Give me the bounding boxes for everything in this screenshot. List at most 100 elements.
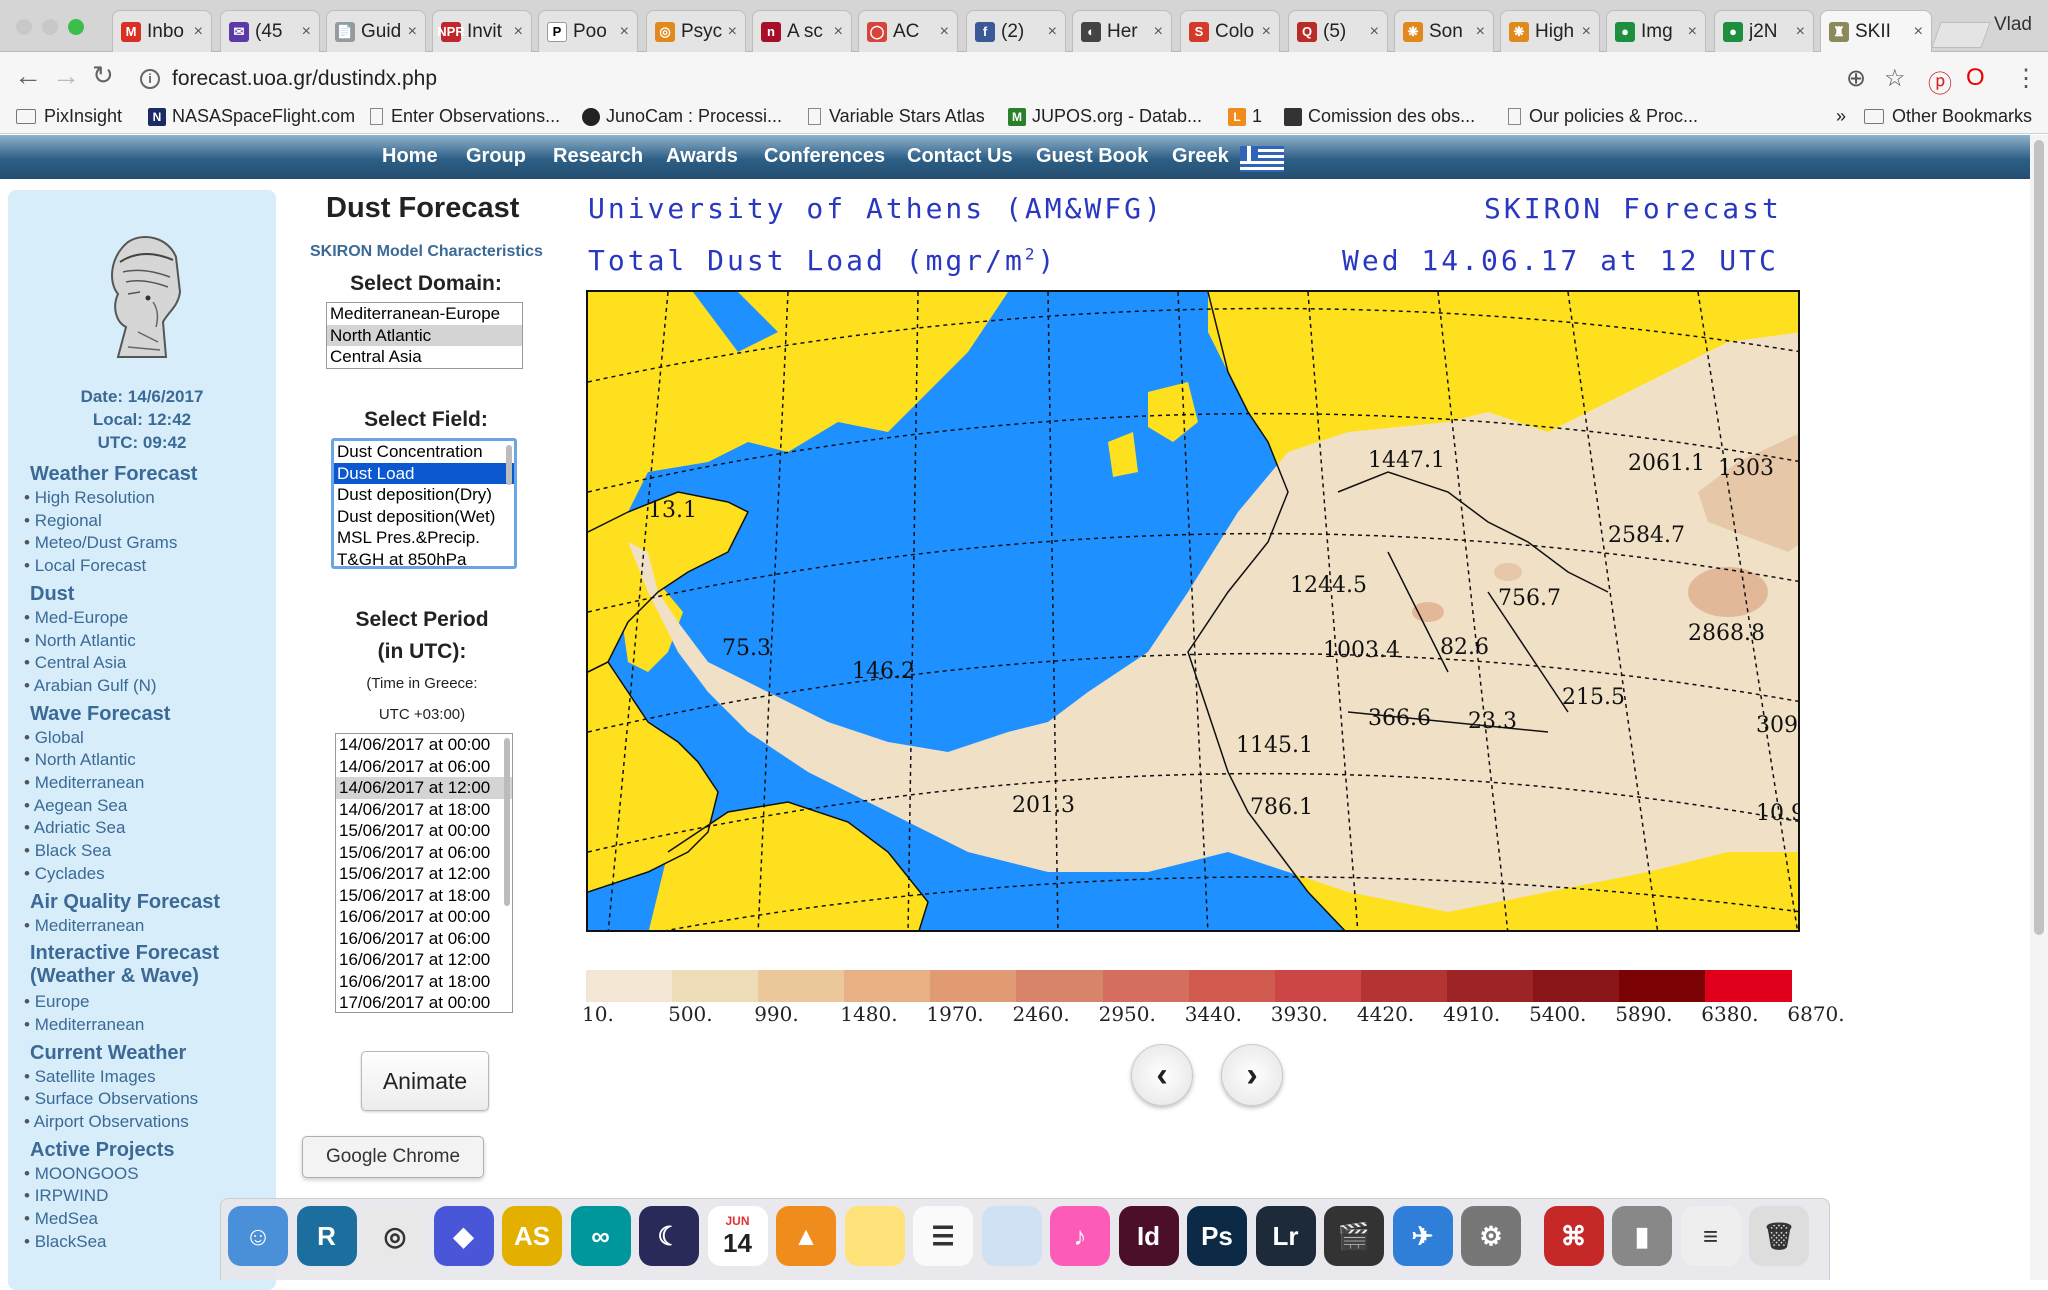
select-option[interactable]: 15/06/2017 at 18:00	[336, 885, 512, 907]
select-option[interactable]: T&GH at 850hPa	[334, 549, 514, 567]
close-tab-icon[interactable]: ×	[834, 23, 843, 41]
zoom-icon[interactable]: ⊕	[1846, 64, 1866, 93]
browser-tab[interactable]: ● j2N ×	[1714, 10, 1814, 52]
next-arrow-button[interactable]: ›	[1221, 1044, 1283, 1106]
select-option[interactable]: 15/06/2017 at 00:00	[336, 820, 512, 842]
select-option[interactable]: Dust Load	[334, 462, 514, 484]
close-tab-icon[interactable]: ×	[1262, 23, 1271, 41]
dock-icon-migration[interactable]: ✈	[1392, 1206, 1453, 1266]
dock-icon-trash[interactable]: 🗑	[1749, 1206, 1809, 1266]
bookmark-item[interactable]: Variable Stars Atlas	[808, 106, 985, 127]
sidebar-link[interactable]: North Atlantic	[24, 750, 136, 770]
browser-tab[interactable]: ● Img ×	[1606, 10, 1706, 52]
site-nav-home[interactable]: Home	[382, 145, 438, 168]
dock-icon-finder[interactable]: ☺	[228, 1206, 288, 1266]
browser-tab[interactable]: NPR Invit ×	[432, 10, 532, 52]
info-icon[interactable]: i	[140, 69, 160, 89]
skiron-model-link[interactable]: SKIRON Model Characteristics	[310, 243, 543, 261]
close-tab-icon[interactable]: ×	[194, 23, 203, 41]
dock-icon-lightroom[interactable]: Lr	[1255, 1206, 1316, 1266]
sidebar-link[interactable]: North Atlantic	[24, 631, 136, 651]
dock-icon-acrobat[interactable]: ⌘	[1543, 1206, 1604, 1266]
close-tab-icon[interactable]: ×	[408, 23, 417, 41]
sidebar-link[interactable]: Global	[24, 728, 84, 748]
close-tab-icon[interactable]: ×	[620, 23, 629, 41]
bookmark-item[interactable]: Our policies & Proc...	[1508, 106, 1698, 127]
site-nav-greek[interactable]: Greek	[1172, 145, 1229, 168]
select-option[interactable]: 14/06/2017 at 00:00	[336, 734, 512, 756]
dock-icon-sketch[interactable]: ◆	[433, 1206, 494, 1266]
sidebar-link[interactable]: High Resolution	[24, 488, 155, 508]
select-option[interactable]: Mediterranean-Europe	[327, 303, 522, 325]
fullscreen-window-button[interactable]	[68, 19, 84, 35]
bookmark-item[interactable]: N NASASpaceFlight.com	[148, 106, 355, 127]
close-tab-icon[interactable]: ×	[302, 23, 311, 41]
sidebar-heading[interactable]: Interactive Forecast (Weather & Wave)	[30, 942, 260, 988]
other-bookmarks[interactable]: Other Bookmarks	[1864, 106, 2032, 127]
opera-icon[interactable]: O	[1966, 64, 1985, 92]
bookmark-item[interactable]: PixInsight	[16, 106, 122, 127]
browser-tab[interactable]: P Poo ×	[538, 10, 638, 52]
close-tab-icon[interactable]: ×	[940, 23, 949, 41]
period-select[interactable]: 14/06/2017 at 00:00 14/06/2017 at 06:00 14…	[335, 733, 513, 1013]
browser-tab[interactable]: Q (5) ×	[1288, 10, 1388, 52]
site-nav-guest-book[interactable]: Guest Book	[1036, 145, 1148, 168]
bookmarks-overflow-button[interactable]: »	[1836, 106, 1846, 127]
bookmark-item[interactable]: JunoCam : Processi...	[582, 106, 782, 127]
browser-tab[interactable]: ❋ High ×	[1500, 10, 1600, 52]
select-option[interactable]: Central Asia	[327, 346, 522, 368]
sidebar-link[interactable]: Europe	[24, 992, 90, 1012]
sidebar-link[interactable]: MOONGOOS	[24, 1164, 139, 1184]
browser-tab[interactable]: M Inbo ×	[112, 10, 212, 52]
address-bar[interactable]: i forecast.uoa.gr/dustindx.php	[132, 60, 1916, 98]
dock-icon-night[interactable]: ☾	[639, 1206, 699, 1266]
browser-tab[interactable]: ✉ (45 ×	[220, 10, 320, 52]
dock-icon-chrome[interactable]: ◎	[365, 1206, 425, 1266]
close-tab-icon[interactable]: ×	[728, 23, 737, 41]
sidebar-link[interactable]: Black Sea	[24, 841, 112, 861]
site-nav-conferences[interactable]: Conferences	[764, 145, 885, 168]
close-tab-icon[interactable]: ×	[1914, 23, 1923, 41]
pinterest-icon[interactable]: ⓟ	[1928, 64, 1952, 99]
site-nav-contact-us[interactable]: Contact Us	[907, 145, 1013, 168]
dock-icon-autostakkert[interactable]: AS	[502, 1206, 562, 1266]
dock-icon-document[interactable]: ≡	[1680, 1206, 1741, 1266]
sidebar-heading[interactable]: Wave Forecast	[30, 703, 260, 726]
browser-tab[interactable]: 📄 Guid ×	[326, 10, 426, 52]
close-tab-icon[interactable]: ×	[1476, 23, 1485, 41]
domain-select[interactable]: Mediterranean-Europe North Atlantic Centra…	[326, 302, 523, 369]
dock-icon-arduino[interactable]: ∞	[570, 1206, 631, 1266]
sidebar-link[interactable]: Airport Observations	[24, 1112, 189, 1132]
dock-icon-photo[interactable]: ▮	[1612, 1206, 1672, 1266]
sidebar-link[interactable]: Cyclades	[24, 864, 105, 884]
browser-tab[interactable]: n A sc ×	[752, 10, 852, 52]
reload-icon[interactable]: ↻	[92, 60, 114, 91]
select-option[interactable]: 14/06/2017 at 12:00	[336, 777, 512, 799]
sidebar-link[interactable]: Satellite Images	[24, 1067, 156, 1087]
select-option[interactable]: 14/06/2017 at 18:00	[336, 799, 512, 821]
sidebar-link[interactable]: Med-Europe	[24, 608, 129, 628]
sidebar-link[interactable]: Central Asia	[24, 653, 127, 673]
bookmark-item[interactable]: Enter Observations...	[370, 106, 560, 127]
site-nav-research[interactable]: Research	[553, 145, 643, 168]
sidebar-link[interactable]: BlackSea	[24, 1232, 107, 1252]
menu-icon[interactable]: ⋮	[2014, 64, 2038, 93]
browser-tab[interactable]: S Colo ×	[1180, 10, 1280, 52]
back-icon[interactable]: ←	[14, 60, 42, 92]
dock-icon-vlc[interactable]: ▲	[776, 1206, 836, 1266]
sidebar-link[interactable]: Local Forecast	[24, 556, 147, 576]
new-tab-button[interactable]	[1931, 22, 1991, 48]
select-option[interactable]: 15/06/2017 at 12:00	[336, 863, 512, 885]
dock-icon-calendar[interactable]: JUN 14	[707, 1206, 768, 1266]
browser-tab[interactable]: ❋ Son ×	[1394, 10, 1494, 52]
select-option[interactable]: 15/06/2017 at 06:00	[336, 842, 512, 864]
sidebar-link[interactable]: Meteo/Dust Grams	[24, 533, 178, 553]
close-tab-icon[interactable]: ×	[1154, 23, 1163, 41]
sidebar-heading[interactable]: Air Quality Forecast	[30, 891, 260, 914]
sidebar-link[interactable]: Mediterranean	[24, 916, 145, 936]
close-tab-icon[interactable]: ×	[1048, 23, 1057, 41]
sidebar-link[interactable]: Mediterranean	[24, 1015, 145, 1035]
select-option[interactable]: Dust Concentration	[334, 441, 514, 463]
sidebar-heading[interactable]: Current Weather	[30, 1042, 260, 1065]
select-option[interactable]: 16/06/2017 at 00:00	[336, 906, 512, 928]
